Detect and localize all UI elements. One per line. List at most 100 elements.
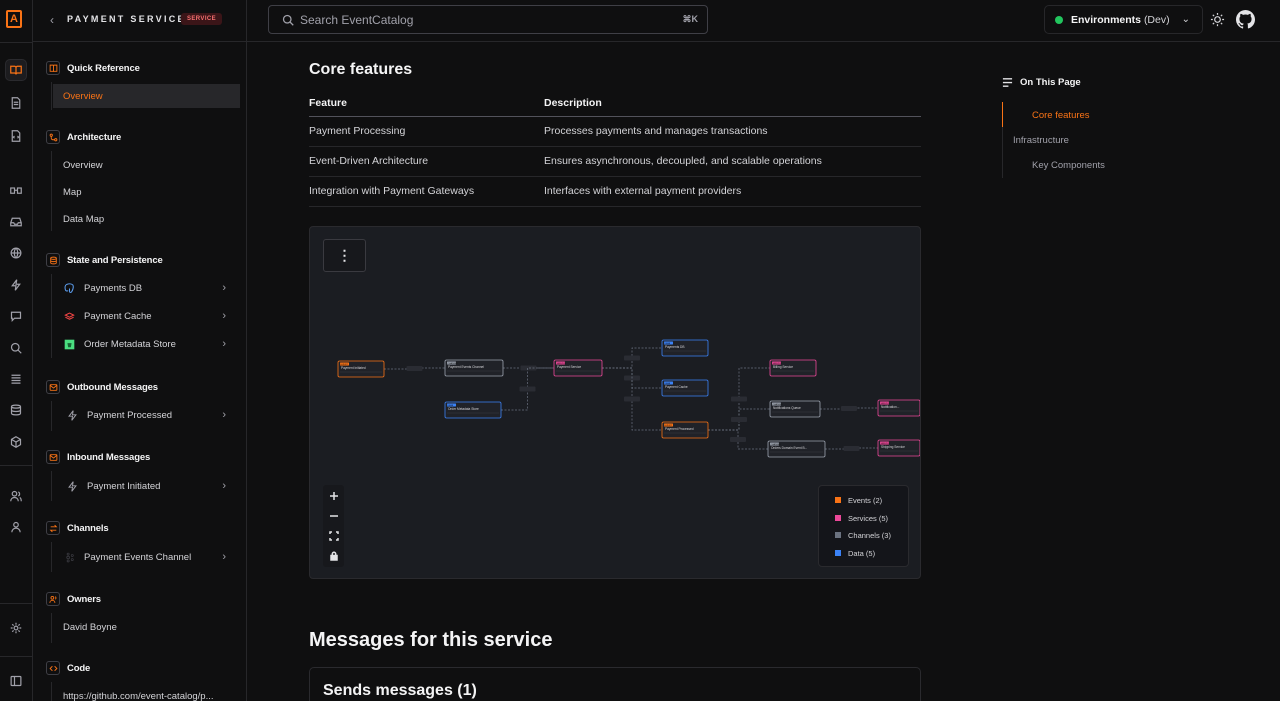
- section-channels: Channels: [46, 519, 109, 537]
- section-label: Code: [67, 662, 91, 674]
- graph-node-service[interactable]: Payment ServiceSERVICE: [553, 359, 603, 377]
- legend-item[interactable]: Events (2): [835, 494, 882, 506]
- sidebar-item-payments-db[interactable]: Payments DB ›: [53, 276, 240, 300]
- sidebar-item-map[interactable]: Map: [53, 180, 240, 204]
- svg-text:SERVICE: SERVICE: [881, 443, 891, 445]
- architecture-graph[interactable]: ⋮ Payment Initiated EVENT Payment Events C…: [309, 226, 921, 579]
- graph-node-service[interactable]: Billing ServiceSERVICE: [769, 359, 817, 377]
- sidebar-item-owner[interactable]: David Boyne: [53, 615, 240, 639]
- sidebar-item-data-map[interactable]: Data Map: [53, 207, 240, 231]
- section-outbound-messages: Outbound Messages: [46, 378, 158, 396]
- globe-icon[interactable]: [5, 242, 27, 264]
- eventcatalog-logo[interactable]: A: [6, 10, 22, 28]
- graph-node-data[interactable]: Order Metadata StoreDATA: [444, 401, 502, 419]
- toc-item-infrastructure[interactable]: Infrastructure: [1013, 135, 1069, 146]
- graph-node-event[interactable]: Payment ProcessedEVENT: [661, 421, 709, 439]
- service-badge: SERVICE: [181, 13, 223, 25]
- bolt-icon[interactable]: [5, 274, 27, 296]
- section-state-persistence: State and Persistence: [46, 251, 163, 269]
- svg-text:Payment Processed: Payment Processed: [665, 427, 694, 431]
- toc-item-core-features[interactable]: Core features: [1032, 110, 1090, 121]
- user-icon[interactable]: [5, 516, 27, 538]
- zoom-out-button[interactable]: [323, 506, 344, 526]
- database-icon: [46, 253, 60, 267]
- graph-node-data[interactable]: Payment CacheDATA: [661, 379, 709, 397]
- lock-button[interactable]: [323, 546, 344, 566]
- legend-item[interactable]: Channels (3): [835, 529, 891, 541]
- core-features-heading: Core features: [309, 61, 413, 78]
- search-icon: [282, 14, 294, 26]
- service-title: PAYMENT SERVICE: [67, 14, 186, 24]
- file-code-icon[interactable]: [5, 125, 27, 147]
- document-icon[interactable]: [5, 92, 27, 114]
- graph-node-channel[interactable]: Orders Domain Event B...CHANNEL: [767, 440, 826, 458]
- search-input[interactable]: Search EventCatalog ⌘K: [268, 5, 708, 34]
- tree-line: [51, 471, 52, 501]
- github-icon[interactable]: [1235, 9, 1255, 29]
- sidebar-toggle-icon[interactable]: [5, 670, 27, 692]
- svg-text:EVENT: EVENT: [341, 364, 349, 366]
- edge-label: [843, 446, 860, 451]
- toc-item-key-components[interactable]: Key Components: [1032, 160, 1105, 171]
- sidebar-item-payment-cache[interactable]: Payment Cache ›: [53, 304, 240, 328]
- icon-rail: A: [0, 0, 33, 701]
- users-icon[interactable]: [5, 485, 27, 507]
- search-icon[interactable]: [5, 337, 27, 359]
- table-row: Event-Driven Architecture Ensures asynchr…: [309, 146, 921, 177]
- edge-label: [730, 437, 746, 442]
- section-code: Code: [46, 659, 90, 677]
- chevron-down-icon: ⌄: [1181, 14, 1190, 25]
- graph-node-event[interactable]: Payment InitiatedEVENT: [337, 360, 385, 378]
- svg-text:SERVICE: SERVICE: [557, 363, 567, 365]
- tree-line: [51, 542, 52, 572]
- fit-view-button[interactable]: [323, 526, 344, 546]
- zoom-in-button[interactable]: [323, 486, 344, 506]
- book-open-icon[interactable]: [5, 59, 27, 81]
- inbox-icon[interactable]: [5, 211, 27, 233]
- sidebar-item-arch-overview[interactable]: Overview: [53, 153, 240, 177]
- sidebar-item-payment-processed[interactable]: Payment Processed ›: [53, 403, 240, 427]
- chevron-right-icon: ›: [222, 551, 226, 563]
- graph-node-channel[interactable]: Notifications QueueCHANNEL: [769, 400, 821, 418]
- sidebar-item-payment-events-channel[interactable]: Payment Events Channel ›: [53, 545, 240, 569]
- svg-text:Orders Domain Event B...: Orders Domain Event B...: [771, 446, 807, 450]
- domains-icon[interactable]: [5, 180, 27, 202]
- svg-text:CHANNEL: CHANNEL: [773, 403, 784, 406]
- graph-node-channel[interactable]: Payment Events ChannelCHANNEL: [444, 359, 504, 377]
- on-this-page: On This Page Core features Infrastructur…: [1002, 70, 1202, 190]
- section-label: Quick Reference: [67, 62, 140, 74]
- svg-text:DATA: DATA: [665, 382, 671, 385]
- list-icon[interactable]: [5, 368, 27, 390]
- graph-node-data[interactable]: Payments DBDATA: [661, 339, 709, 357]
- sidebar-item-code-link[interactable]: https://github.com/event-catalog/p...: [53, 684, 240, 701]
- sidebar-item-order-metadata-store[interactable]: Order Metadata Store ›: [53, 332, 240, 356]
- svg-text:Shipping Service: Shipping Service: [881, 445, 905, 449]
- mail-icon: [46, 380, 60, 394]
- chat-icon[interactable]: [5, 305, 27, 327]
- theme-toggle-icon[interactable]: [1208, 10, 1226, 28]
- column-header: Feature: [309, 91, 544, 117]
- cube-icon[interactable]: [5, 431, 27, 453]
- svg-text:Payment Cache: Payment Cache: [665, 385, 688, 389]
- settings-icon[interactable]: [5, 617, 27, 639]
- sidebar-item-quickref-overview[interactable]: Overview: [53, 84, 240, 108]
- svg-text:DATA: DATA: [448, 404, 454, 407]
- svg-text:DATA: DATA: [665, 342, 671, 345]
- back-chevron-icon[interactable]: ‹: [50, 13, 54, 27]
- svg-text:Notifications Queue: Notifications Queue: [773, 406, 801, 410]
- graph-node-service[interactable]: Notification...SERVICE: [877, 399, 920, 417]
- legend-item[interactable]: Data (5): [835, 547, 875, 559]
- legend-item[interactable]: Services (5): [835, 512, 888, 524]
- book-icon: [46, 61, 60, 75]
- section-owners: Owners: [46, 590, 101, 608]
- tree-line: [51, 401, 52, 431]
- graph-node-service[interactable]: Shipping ServiceSERVICE: [877, 439, 920, 457]
- top-bar: Search EventCatalog ⌘K Environments (Dev…: [247, 0, 1280, 42]
- edge-label: [841, 406, 857, 411]
- environments-button[interactable]: Environments (Dev) ⌄: [1044, 5, 1203, 34]
- sidebar-item-payment-initiated[interactable]: Payment Initiated ›: [53, 474, 240, 498]
- kafka-icon: [63, 551, 76, 564]
- chevron-right-icon: ›: [222, 480, 226, 492]
- database-icon[interactable]: [5, 399, 27, 421]
- service-sidebar: ‹ PAYMENT SERVICE SERVICE Quick Referenc…: [33, 0, 247, 701]
